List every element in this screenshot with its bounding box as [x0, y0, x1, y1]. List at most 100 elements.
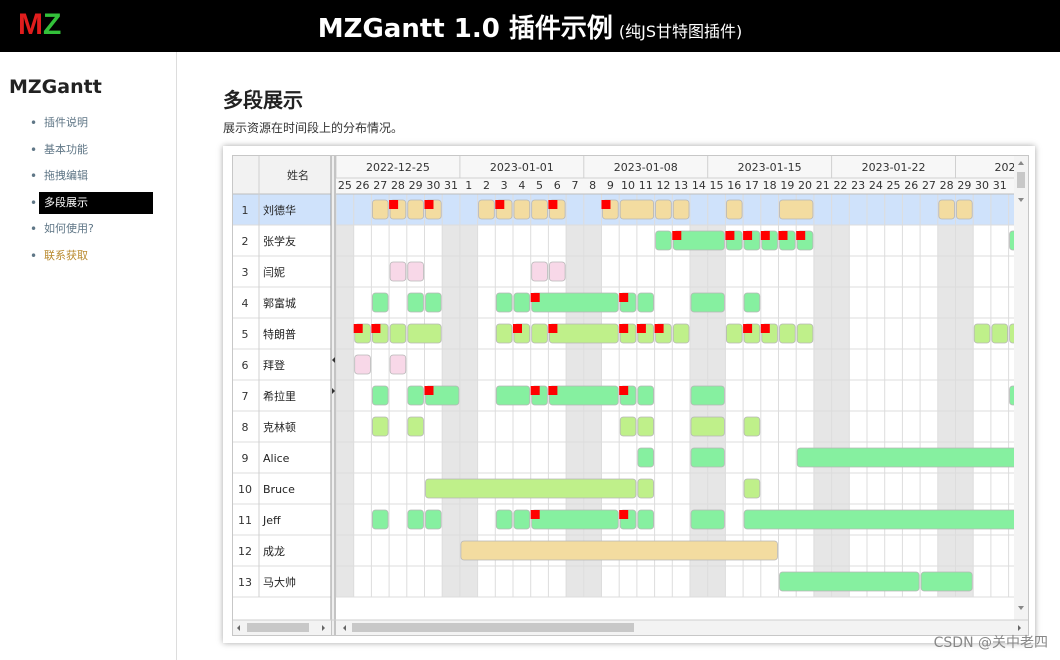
- task-bar[interactable]: [425, 509, 442, 530]
- task-bar[interactable]: [389, 354, 407, 375]
- task-bar[interactable]: [743, 292, 761, 313]
- task-bar[interactable]: [637, 385, 654, 406]
- task-bar[interactable]: [548, 385, 619, 406]
- task-bar[interactable]: [371, 509, 389, 530]
- task-bar[interactable]: [655, 230, 672, 251]
- task-bar[interactable]: [425, 292, 442, 313]
- vertical-scrollbar[interactable]: [1014, 156, 1028, 620]
- task-bar[interactable]: [637, 292, 654, 313]
- task-bar[interactable]: [371, 416, 389, 437]
- task-bar[interactable]: [690, 416, 725, 437]
- day-label: 31: [444, 179, 458, 192]
- name-header-bg: [233, 156, 331, 194]
- sidebar-item-contact[interactable]: 联系获取: [30, 243, 153, 270]
- day-label: 25: [338, 179, 352, 192]
- task-bar[interactable]: [389, 323, 407, 344]
- task-bar[interactable]: [743, 416, 761, 437]
- gantt-chart[interactable]: 1 刘德华 2 张学友 3 闫妮 4 郭富城 5 特朗普 6 拜登 7 希拉里 8 克林顿 9 Alice 10 Br…: [232, 155, 1029, 636]
- task-bar[interactable]: [478, 199, 495, 220]
- sidebar-item-basic-features[interactable]: 基本功能: [30, 137, 153, 164]
- task-bar[interactable]: [619, 416, 637, 437]
- task-bar[interactable]: [389, 261, 407, 282]
- task-bar[interactable]: [991, 323, 1009, 344]
- task-bar[interactable]: [672, 323, 690, 344]
- task-bar[interactable]: [690, 385, 725, 406]
- sidebar-item-drag-edit[interactable]: 拖拽编辑: [30, 163, 153, 190]
- task-bar[interactable]: [655, 199, 672, 220]
- task-bar[interactable]: [495, 509, 513, 530]
- task-bar[interactable]: [407, 385, 424, 406]
- task-flag-marker: [513, 324, 522, 333]
- sidebar-item-multi-segment[interactable]: 多段展示: [30, 190, 153, 217]
- row-name: Jeff: [262, 514, 281, 527]
- task-bar[interactable]: [513, 292, 531, 313]
- task-bar[interactable]: [354, 354, 371, 375]
- timeline-h-scroll-thumb[interactable]: [352, 623, 634, 632]
- content-title: 多段展示: [223, 88, 303, 112]
- task-bar[interactable]: [725, 323, 743, 344]
- sidebar-item-how-to-use[interactable]: 如何使用?: [30, 216, 153, 243]
- task-bar[interactable]: [956, 199, 973, 220]
- task-bar[interactable]: [371, 292, 389, 313]
- task-bar[interactable]: [371, 199, 389, 220]
- task-bar[interactable]: [619, 199, 655, 220]
- week-label: 2023-01-01: [490, 161, 554, 174]
- task-bar[interactable]: [407, 261, 424, 282]
- task-bar[interactable]: [920, 571, 973, 592]
- task-bar[interactable]: [407, 509, 424, 530]
- row-number: 5: [242, 328, 249, 341]
- task-bar[interactable]: [973, 323, 991, 344]
- weekend-column: [937, 194, 956, 597]
- sidebar-item-plugin-intro[interactable]: 插件说明: [30, 110, 153, 137]
- vertical-scroll-thumb[interactable]: [1017, 172, 1025, 188]
- task-bar[interactable]: [743, 478, 761, 499]
- task-bar[interactable]: [495, 292, 513, 313]
- weekend-column: [459, 194, 478, 597]
- task-bar[interactable]: [743, 509, 1026, 530]
- task-bar[interactable]: [796, 447, 1026, 468]
- content-description: 展示资源在时间段上的分布情况。: [223, 121, 404, 135]
- day-label: 19: [780, 179, 794, 192]
- task-bar[interactable]: [531, 199, 548, 220]
- task-bar[interactable]: [779, 571, 920, 592]
- task-bar[interactable]: [495, 323, 513, 344]
- task-bar[interactable]: [407, 292, 424, 313]
- task-bar[interactable]: [531, 509, 619, 530]
- task-bar[interactable]: [407, 416, 424, 437]
- task-bar[interactable]: [371, 385, 389, 406]
- task-bar[interactable]: [407, 323, 442, 344]
- task-bar[interactable]: [513, 199, 531, 220]
- day-label: 27: [922, 179, 936, 192]
- row-name: Alice: [263, 452, 290, 465]
- task-bar[interactable]: [513, 509, 531, 530]
- task-bar[interactable]: [637, 416, 654, 437]
- task-bar[interactable]: [407, 199, 424, 220]
- task-bar[interactable]: [531, 292, 619, 313]
- task-bar[interactable]: [779, 199, 814, 220]
- task-bar[interactable]: [425, 478, 637, 499]
- day-label: 11: [639, 179, 653, 192]
- day-label: 28: [940, 179, 954, 192]
- row-number: 12: [238, 545, 252, 558]
- task-bar[interactable]: [938, 199, 955, 220]
- task-bar[interactable]: [548, 261, 566, 282]
- left-h-scroll-thumb[interactable]: [247, 623, 309, 632]
- week-label: 2023-01-22: [862, 161, 926, 174]
- task-bar[interactable]: [779, 323, 796, 344]
- task-bar[interactable]: [690, 292, 725, 313]
- task-bar[interactable]: [725, 199, 743, 220]
- task-bar[interactable]: [796, 323, 814, 344]
- task-bar[interactable]: [548, 323, 619, 344]
- task-bar[interactable]: [495, 385, 531, 406]
- task-bar[interactable]: [531, 261, 548, 282]
- task-bar[interactable]: [531, 323, 548, 344]
- task-bar[interactable]: [690, 509, 725, 530]
- task-bar[interactable]: [460, 540, 778, 561]
- task-bar[interactable]: [690, 447, 725, 468]
- task-flag-marker: [619, 293, 629, 302]
- task-bar[interactable]: [637, 447, 654, 468]
- task-bar[interactable]: [637, 509, 654, 530]
- page-header-title: MZGantt 1.0 插件示例 (纯JS甘特图插件): [0, 12, 1060, 49]
- task-bar[interactable]: [672, 199, 690, 220]
- task-bar[interactable]: [637, 478, 654, 499]
